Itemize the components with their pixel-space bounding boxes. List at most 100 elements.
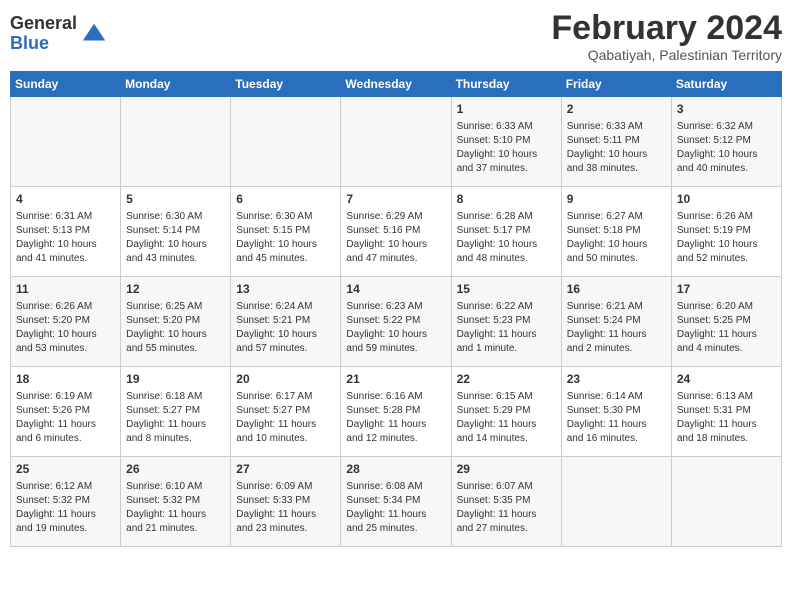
day-info: Sunrise: 6:31 AM bbox=[16, 210, 115, 224]
calendar-week-row: 25Sunrise: 6:12 AMSunset: 5:32 PMDayligh… bbox=[11, 457, 782, 547]
day-info: Sunset: 5:21 PM bbox=[236, 314, 335, 328]
day-info: Daylight: 11 hours bbox=[346, 418, 445, 432]
day-info: Sunrise: 6:12 AM bbox=[16, 480, 115, 494]
day-info: Daylight: 10 hours bbox=[677, 238, 776, 252]
calendar-cell bbox=[561, 457, 671, 547]
header-day: Tuesday bbox=[231, 72, 341, 97]
day-number: 16 bbox=[567, 281, 666, 298]
day-info: Sunrise: 6:07 AM bbox=[457, 480, 556, 494]
day-info: Daylight: 10 hours bbox=[457, 238, 556, 252]
day-info: Daylight: 10 hours bbox=[126, 238, 225, 252]
page-header: General Blue February 2024 Qabatiyah, Pa… bbox=[10, 10, 782, 63]
calendar-cell: 10Sunrise: 6:26 AMSunset: 5:19 PMDayligh… bbox=[671, 187, 781, 277]
calendar-table: SundayMondayTuesdayWednesdayThursdayFrid… bbox=[10, 71, 782, 547]
calendar-cell: 11Sunrise: 6:26 AMSunset: 5:20 PMDayligh… bbox=[11, 277, 121, 367]
calendar-cell: 14Sunrise: 6:23 AMSunset: 5:22 PMDayligh… bbox=[341, 277, 451, 367]
day-info: Sunset: 5:32 PM bbox=[126, 494, 225, 508]
day-info: Sunrise: 6:15 AM bbox=[457, 390, 556, 404]
day-info: Daylight: 11 hours bbox=[236, 508, 335, 522]
day-info: and 16 minutes. bbox=[567, 432, 666, 446]
day-info: Sunset: 5:34 PM bbox=[346, 494, 445, 508]
day-info: Sunset: 5:10 PM bbox=[457, 134, 556, 148]
calendar-cell: 26Sunrise: 6:10 AMSunset: 5:32 PMDayligh… bbox=[121, 457, 231, 547]
day-number: 20 bbox=[236, 371, 335, 388]
header-day: Sunday bbox=[11, 72, 121, 97]
day-info: and 55 minutes. bbox=[126, 342, 225, 356]
day-number: 23 bbox=[567, 371, 666, 388]
calendar-cell: 21Sunrise: 6:16 AMSunset: 5:28 PMDayligh… bbox=[341, 367, 451, 457]
day-number: 24 bbox=[677, 371, 776, 388]
calendar-cell bbox=[11, 97, 121, 187]
day-number: 2 bbox=[567, 101, 666, 118]
day-info: Sunrise: 6:16 AM bbox=[346, 390, 445, 404]
day-number: 3 bbox=[677, 101, 776, 118]
day-info: and 12 minutes. bbox=[346, 432, 445, 446]
day-info: Sunset: 5:27 PM bbox=[236, 404, 335, 418]
day-info: Sunrise: 6:25 AM bbox=[126, 300, 225, 314]
calendar-cell: 2Sunrise: 6:33 AMSunset: 5:11 PMDaylight… bbox=[561, 97, 671, 187]
day-info: Sunset: 5:28 PM bbox=[346, 404, 445, 418]
day-info: Sunset: 5:20 PM bbox=[16, 314, 115, 328]
day-info: Daylight: 11 hours bbox=[567, 328, 666, 342]
day-info: Daylight: 11 hours bbox=[457, 328, 556, 342]
day-info: and 4 minutes. bbox=[677, 342, 776, 356]
day-info: Sunset: 5:33 PM bbox=[236, 494, 335, 508]
day-info: Sunset: 5:29 PM bbox=[457, 404, 556, 418]
day-info: and 21 minutes. bbox=[126, 522, 225, 536]
day-info: Sunset: 5:19 PM bbox=[677, 224, 776, 238]
day-info: Sunset: 5:14 PM bbox=[126, 224, 225, 238]
day-info: Sunset: 5:16 PM bbox=[346, 224, 445, 238]
calendar-cell: 12Sunrise: 6:25 AMSunset: 5:20 PMDayligh… bbox=[121, 277, 231, 367]
calendar-week-row: 1Sunrise: 6:33 AMSunset: 5:10 PMDaylight… bbox=[11, 97, 782, 187]
logo: General Blue bbox=[10, 14, 109, 54]
logo-general: General bbox=[10, 14, 77, 34]
header-day: Saturday bbox=[671, 72, 781, 97]
day-info: Sunrise: 6:10 AM bbox=[126, 480, 225, 494]
day-info: and 23 minutes. bbox=[236, 522, 335, 536]
day-info: and 41 minutes. bbox=[16, 252, 115, 266]
calendar-cell: 1Sunrise: 6:33 AMSunset: 5:10 PMDaylight… bbox=[451, 97, 561, 187]
day-info: Sunrise: 6:22 AM bbox=[457, 300, 556, 314]
day-info: Sunrise: 6:24 AM bbox=[236, 300, 335, 314]
day-info: Daylight: 10 hours bbox=[567, 148, 666, 162]
calendar-cell: 25Sunrise: 6:12 AMSunset: 5:32 PMDayligh… bbox=[11, 457, 121, 547]
day-info: and 48 minutes. bbox=[457, 252, 556, 266]
day-number: 27 bbox=[236, 461, 335, 478]
header-day: Friday bbox=[561, 72, 671, 97]
month-title: February 2024 bbox=[551, 10, 782, 47]
day-number: 10 bbox=[677, 191, 776, 208]
day-info: and 18 minutes. bbox=[677, 432, 776, 446]
day-info: Daylight: 10 hours bbox=[236, 328, 335, 342]
day-info: Daylight: 11 hours bbox=[457, 418, 556, 432]
day-info: Sunrise: 6:20 AM bbox=[677, 300, 776, 314]
day-info: Daylight: 10 hours bbox=[457, 148, 556, 162]
day-info: Daylight: 10 hours bbox=[567, 238, 666, 252]
logo-text: General Blue bbox=[10, 14, 77, 54]
day-number: 1 bbox=[457, 101, 556, 118]
day-info: Sunrise: 6:23 AM bbox=[346, 300, 445, 314]
logo-icon bbox=[81, 20, 109, 48]
calendar-body: 1Sunrise: 6:33 AMSunset: 5:10 PMDaylight… bbox=[11, 97, 782, 547]
calendar-cell: 23Sunrise: 6:14 AMSunset: 5:30 PMDayligh… bbox=[561, 367, 671, 457]
calendar-cell: 27Sunrise: 6:09 AMSunset: 5:33 PMDayligh… bbox=[231, 457, 341, 547]
day-info: and 8 minutes. bbox=[126, 432, 225, 446]
day-info: Sunrise: 6:13 AM bbox=[677, 390, 776, 404]
day-number: 4 bbox=[16, 191, 115, 208]
day-info: Daylight: 10 hours bbox=[677, 148, 776, 162]
day-info: and 2 minutes. bbox=[567, 342, 666, 356]
calendar-cell bbox=[121, 97, 231, 187]
day-info: and 37 minutes. bbox=[457, 162, 556, 176]
calendar-cell: 17Sunrise: 6:20 AMSunset: 5:25 PMDayligh… bbox=[671, 277, 781, 367]
day-number: 14 bbox=[346, 281, 445, 298]
day-info: Daylight: 10 hours bbox=[236, 238, 335, 252]
day-info: and 45 minutes. bbox=[236, 252, 335, 266]
day-number: 12 bbox=[126, 281, 225, 298]
header-day: Wednesday bbox=[341, 72, 451, 97]
header-day: Thursday bbox=[451, 72, 561, 97]
day-info: Daylight: 11 hours bbox=[16, 418, 115, 432]
day-info: Daylight: 10 hours bbox=[346, 328, 445, 342]
day-info: Sunrise: 6:28 AM bbox=[457, 210, 556, 224]
day-number: 11 bbox=[16, 281, 115, 298]
day-info: Sunset: 5:30 PM bbox=[567, 404, 666, 418]
day-info: and 40 minutes. bbox=[677, 162, 776, 176]
